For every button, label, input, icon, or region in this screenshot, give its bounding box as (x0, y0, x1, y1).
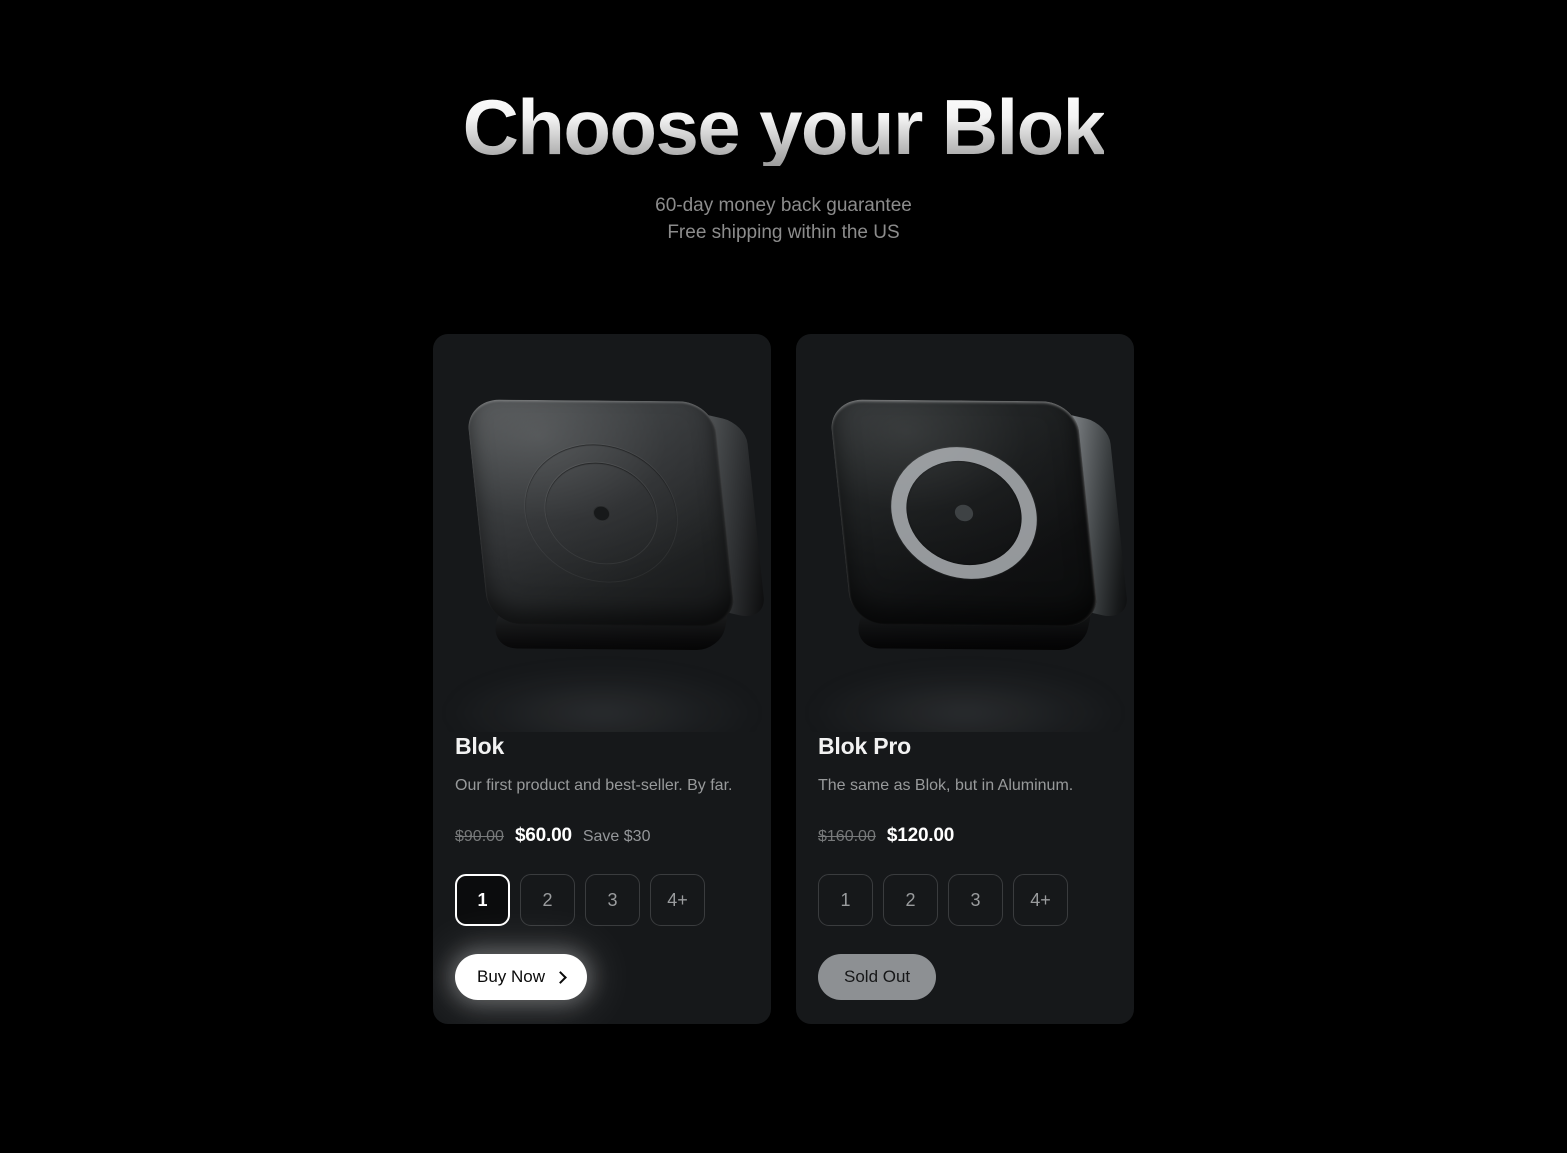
shipping-text: Free shipping within the US (667, 222, 900, 243)
product-image-blok-pro (796, 334, 1134, 732)
quantity-option-4plus[interactable]: 4+ (1013, 874, 1068, 926)
product-details-blok-pro: Blok Pro The same as Blok, but in Alumin… (796, 732, 1134, 1000)
block-top-face (465, 399, 737, 627)
current-price: $120.00 (886, 825, 955, 846)
price-row: $160.00 $120.00 (818, 825, 1112, 848)
current-price: $60.00 (514, 825, 572, 846)
product-reflection-glow (452, 670, 752, 732)
page-header: Choose your Blok 60-day money back guara… (0, 88, 1567, 246)
product-image-blok (433, 334, 771, 732)
cta-row: Buy Now (455, 954, 749, 1000)
product-reflection-glow (815, 670, 1115, 732)
block-top-face (828, 399, 1100, 627)
sold-out-button: Sold Out (818, 954, 937, 1000)
chevron-right-icon (554, 970, 567, 984)
quantity-option-3[interactable]: 3 (948, 874, 1003, 926)
price-row: $90.00 $60.00 Save $30 (455, 825, 749, 848)
quantity-option-1[interactable]: 1 (455, 874, 510, 926)
guarantee-text: 60-day money back guarantee (655, 195, 912, 216)
product-details-blok: Blok Our first product and best-seller. … (433, 732, 771, 1000)
buy-now-button[interactable]: Buy Now (455, 954, 588, 1000)
page-subtitle: 60-day money back guarantee Free shippin… (0, 192, 1567, 246)
quantity-option-4plus[interactable]: 4+ (650, 874, 705, 926)
product-card-list: Blok Our first product and best-seller. … (0, 334, 1567, 1024)
quantity-option-2[interactable]: 2 (883, 874, 938, 926)
product-description: Our first product and best-seller. By fa… (455, 777, 733, 794)
original-price: $90.00 (455, 828, 504, 845)
buy-now-label: Buy Now (477, 967, 546, 986)
blok-3d-model (452, 370, 767, 670)
quantity-option-2[interactable]: 2 (520, 874, 575, 926)
quantity-selector: 1 2 3 4+ (818, 874, 1112, 926)
original-price: $160.00 (818, 828, 876, 845)
quantity-option-3[interactable]: 3 (585, 874, 640, 926)
page-root: Choose your Blok 60-day money back guara… (0, 0, 1567, 1153)
product-name: Blok (455, 733, 505, 759)
product-card-blok[interactable]: Blok Our first product and best-seller. … (433, 334, 771, 1024)
product-card-blok-pro[interactable]: Blok Pro The same as Blok, but in Alumin… (796, 334, 1134, 1024)
savings-label: Save $30 (582, 828, 651, 845)
quantity-selector: 1 2 3 4+ (455, 874, 749, 926)
blok-pro-3d-model (815, 370, 1130, 670)
quantity-option-1[interactable]: 1 (818, 874, 873, 926)
page-title: Choose your Blok (462, 83, 1106, 171)
cta-row: Sold Out (818, 954, 1112, 1000)
product-description: The same as Blok, but in Aluminum. (818, 777, 1074, 794)
product-name: Blok Pro (818, 733, 911, 759)
